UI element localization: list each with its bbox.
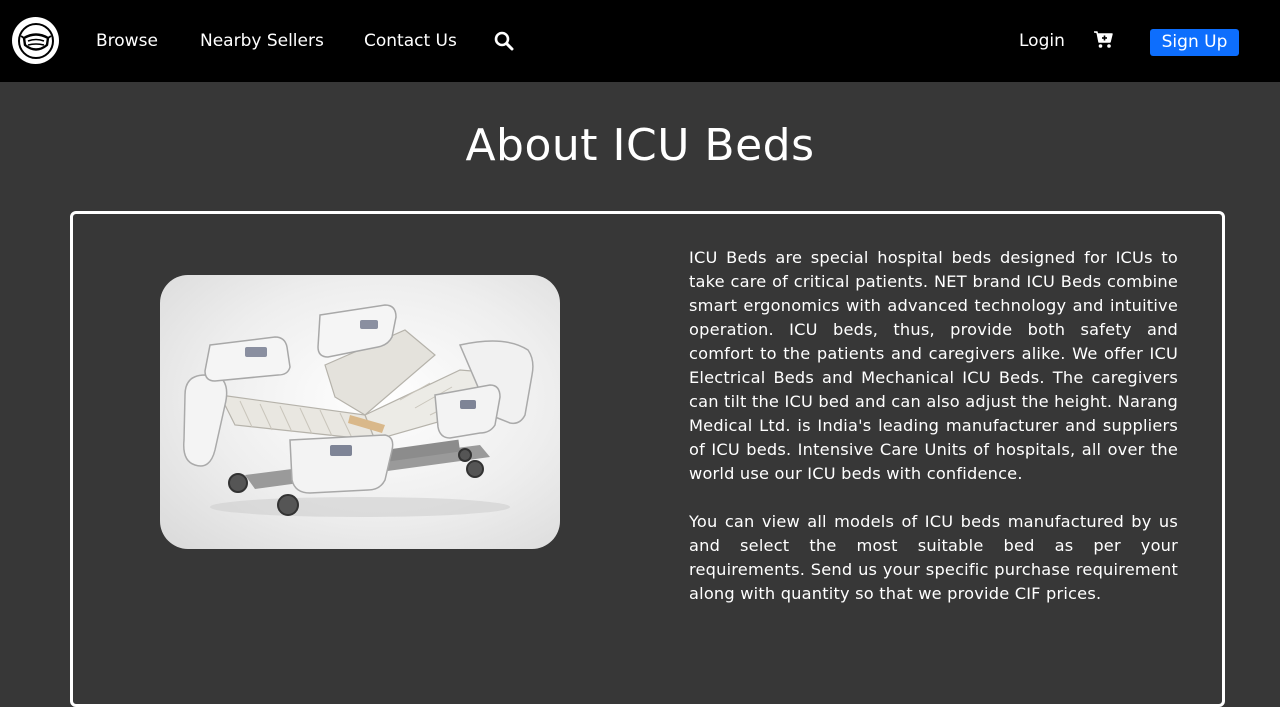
description-paragraph-1: ICU Beds are special hospital beds desig… <box>689 248 1178 483</box>
page-title: About ICU Beds <box>465 120 815 171</box>
login-link[interactable]: Login <box>1019 29 1065 53</box>
nav-link-contact-us[interactable]: Contact Us <box>364 29 457 53</box>
face-mask-icon[interactable] <box>12 17 59 64</box>
navbar: Browse Nearby Sellers Contact Us Login S… <box>0 0 1280 82</box>
description-text: ICU Beds are special hospital beds desig… <box>689 246 1178 630</box>
nav-link-browse[interactable]: Browse <box>96 29 158 53</box>
nav-link-nearby-sellers[interactable]: Nearby Sellers <box>200 29 324 53</box>
icu-bed-image <box>160 275 560 549</box>
search-icon[interactable] <box>494 31 514 51</box>
description-paragraph-2: You can view all models of ICU beds manu… <box>689 512 1178 603</box>
signup-button[interactable]: Sign Up <box>1150 29 1239 56</box>
cart-plus-icon[interactable] <box>1094 31 1114 49</box>
